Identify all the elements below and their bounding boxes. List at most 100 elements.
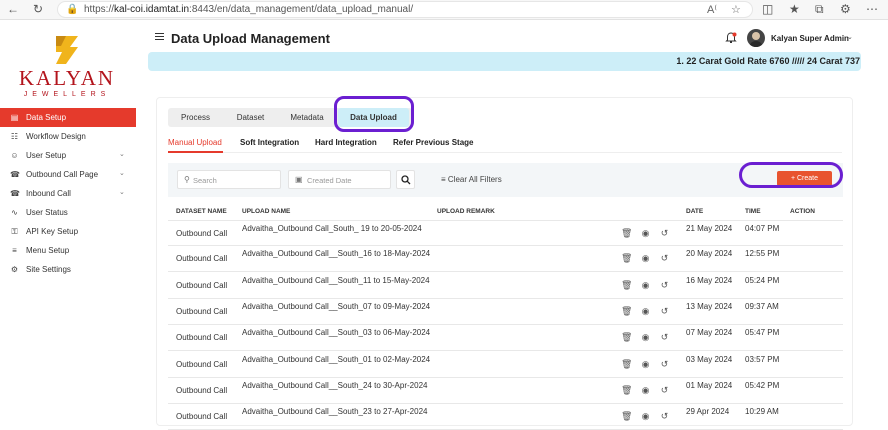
cell-time: 04:07 PM — [745, 224, 780, 233]
address-bar[interactable]: 🔒 https://kal-coi.idamtat.in:8443/en/dat… — [57, 1, 753, 18]
cell-date: 03 May 2024 — [686, 355, 733, 364]
history-icon[interactable]: ↺ — [659, 228, 670, 239]
chevron-down-icon[interactable]: ⌄ — [847, 33, 853, 41]
cell-upload-name: Advaitha_Outbound Call__South_23 to 27-A… — [242, 407, 428, 416]
sidebar-item-label: Workflow Design — [26, 132, 86, 141]
sidebar-item-site-settings[interactable]: ⚙ Site Settings — [0, 260, 136, 279]
sidebar-item-inbound-call[interactable]: ☎ Inbound Call ⌄ — [0, 184, 136, 203]
view-eye-icon[interactable]: ◉ — [640, 306, 651, 317]
col-date: DATE — [686, 208, 704, 215]
cell-date: 29 Apr 2024 — [686, 407, 730, 416]
tab-dataset[interactable]: Dataset — [223, 108, 278, 127]
created-date-input[interactable]: ▣ Created Date — [288, 170, 391, 189]
extension-icon[interactable]: ⚙ — [840, 2, 851, 16]
tab-metadata[interactable]: Metadata — [278, 108, 336, 127]
sidebar-item-data-setup[interactable]: ▤ Data Setup — [0, 108, 136, 127]
sidebar-item-label: Data Setup — [26, 113, 67, 122]
read-aloud-icon[interactable]: A⁽ — [707, 3, 717, 16]
logo-subtext: JEWELLERS — [23, 91, 111, 98]
history-icon[interactable]: ↺ — [659, 385, 670, 396]
table-row: Outbound Call Advaitha_Outbound Call__Sou… — [168, 404, 843, 430]
history-icon[interactable]: ↺ — [659, 359, 670, 370]
favorite-star-icon[interactable]: ☆ — [731, 3, 741, 16]
history-icon[interactable]: ↺ — [659, 306, 670, 317]
clear-filters-button[interactable]: ≡ Clear All Filters — [441, 175, 502, 184]
history-icon[interactable]: ↺ — [659, 253, 670, 264]
menu-icon: ≡ — [12, 246, 17, 255]
sidebar-item-user-status[interactable]: ∿ User Status — [0, 203, 136, 222]
page-title: Data Upload Management — [171, 31, 330, 46]
view-eye-icon[interactable]: ◉ — [640, 280, 651, 291]
col-time: TIME — [745, 208, 761, 215]
user-name[interactable]: Kalyan Super Admin — [771, 34, 849, 43]
sidebar-item-label: Outbound Call Page — [26, 170, 99, 179]
sidebar-item-label: API Key Setup — [26, 227, 79, 236]
gold-rate-ticker: 1. 22 Carat Gold Rate 6760 ///// 24 Cara… — [148, 52, 861, 71]
delete-icon[interactable]: 🗑 — [621, 359, 632, 370]
user-icon: ☺ — [10, 151, 19, 160]
cell-upload-name: Advaitha_Outbound Call__South_11 to 15-M… — [242, 276, 430, 285]
kalyan-logo: KALYAN JEWELLERS — [10, 36, 124, 108]
view-eye-icon[interactable]: ◉ — [640, 253, 651, 264]
history-icon[interactable]: ↺ — [659, 280, 670, 291]
filter-lines-icon: ≡ — [441, 175, 446, 184]
view-eye-icon[interactable]: ◉ — [640, 228, 651, 239]
search-button[interactable] — [396, 170, 415, 189]
notification-bell-icon[interactable] — [725, 32, 737, 44]
sidebar-item-api-key-setup[interactable]: ⚿ API Key Setup — [0, 222, 136, 241]
database-icon: ▤ — [10, 113, 19, 122]
history-icon[interactable]: ↺ — [659, 332, 670, 343]
view-eye-icon[interactable]: ◉ — [640, 385, 651, 396]
col-upload-remark: UPLOAD REMARK — [437, 208, 495, 215]
cell-dataset-name: Outbound Call — [176, 254, 228, 263]
top-header: Data Upload Management Kalyan Super Admi… — [136, 20, 888, 54]
search-input[interactable]: ⚲ Search — [177, 170, 281, 189]
hamburger-menu-icon[interactable] — [155, 33, 164, 40]
subtab-hard-integration[interactable]: Hard Integration — [315, 138, 377, 147]
delete-icon[interactable]: 🗑 — [621, 385, 632, 396]
highlight-annotation — [334, 96, 414, 132]
cell-time: 10:29 AM — [745, 407, 779, 416]
browser-toolbar: ← ↻ 🔒 https://kal-coi.idamtat.in:8443/en… — [0, 0, 888, 20]
cell-upload-name: Advaitha_Outbound Call__South_24 to 30-A… — [242, 381, 428, 390]
delete-icon[interactable]: 🗑 — [621, 253, 632, 264]
sidebar-item-menu-setup[interactable]: ≡ Menu Setup — [0, 241, 136, 260]
sidebar-item-user-setup[interactable]: ☺ User Setup ⌄ — [0, 146, 136, 165]
cell-date: 21 May 2024 — [686, 224, 733, 233]
collections-icon[interactable]: ⧉ — [815, 2, 824, 17]
user-avatar[interactable] — [747, 29, 765, 47]
view-eye-icon[interactable]: ◉ — [640, 411, 651, 422]
sidebar-item-label: Site Settings — [26, 265, 71, 274]
subtab-manual-upload[interactable]: Manual Upload — [168, 138, 222, 147]
delete-icon[interactable]: 🗑 — [621, 228, 632, 239]
logo-text: KALYAN — [18, 66, 116, 90]
col-dataset-name: DATASET NAME — [176, 208, 227, 215]
delete-icon[interactable]: 🗑 — [621, 306, 632, 317]
favorites-icon[interactable]: ★ — [789, 2, 800, 16]
outbound-call-icon: ☎ — [10, 170, 20, 179]
cell-dataset-name: Outbound Call — [176, 412, 228, 421]
history-icon[interactable]: ↺ — [659, 411, 670, 422]
sidebar-item-workflow-design[interactable]: ☷ Workflow Design — [0, 127, 136, 146]
view-eye-icon[interactable]: ◉ — [640, 359, 651, 370]
cell-dataset-name: Outbound Call — [176, 386, 228, 395]
cell-upload-name: Advaitha_Outbound Call__South_07 to 09-M… — [242, 302, 431, 311]
subtab-soft-integration[interactable]: Soft Integration — [240, 138, 299, 147]
more-options-icon[interactable]: ⋯ — [866, 2, 878, 16]
back-arrow-icon[interactable]: ← — [6, 2, 20, 16]
tab-process[interactable]: Process — [168, 108, 223, 127]
split-screen-icon[interactable]: ◫ — [762, 2, 773, 16]
delete-icon[interactable]: 🗑 — [621, 411, 632, 422]
sidebar-item-outbound-call-page[interactable]: ☎ Outbound Call Page ⌄ — [0, 165, 136, 184]
subtab-refer-previous-stage[interactable]: Refer Previous Stage — [393, 138, 473, 147]
status-pulse-icon: ∿ — [11, 208, 18, 217]
reload-icon[interactable]: ↻ — [31, 2, 45, 16]
delete-icon[interactable]: 🗑 — [621, 280, 632, 291]
cell-time: 05:47 PM — [745, 328, 780, 337]
cell-time: 03:57 PM — [745, 355, 780, 364]
cell-upload-name: Advaitha_Outbound Call_South_ 19 to 20-0… — [242, 224, 422, 233]
view-eye-icon[interactable]: ◉ — [640, 332, 651, 343]
cell-upload-name: Advaitha_Outbound Call__South_16 to 18-M… — [242, 249, 431, 258]
table-row: Outbound Call Advaitha_Outbound Call__Sou… — [168, 273, 843, 299]
delete-icon[interactable]: 🗑 — [621, 332, 632, 343]
